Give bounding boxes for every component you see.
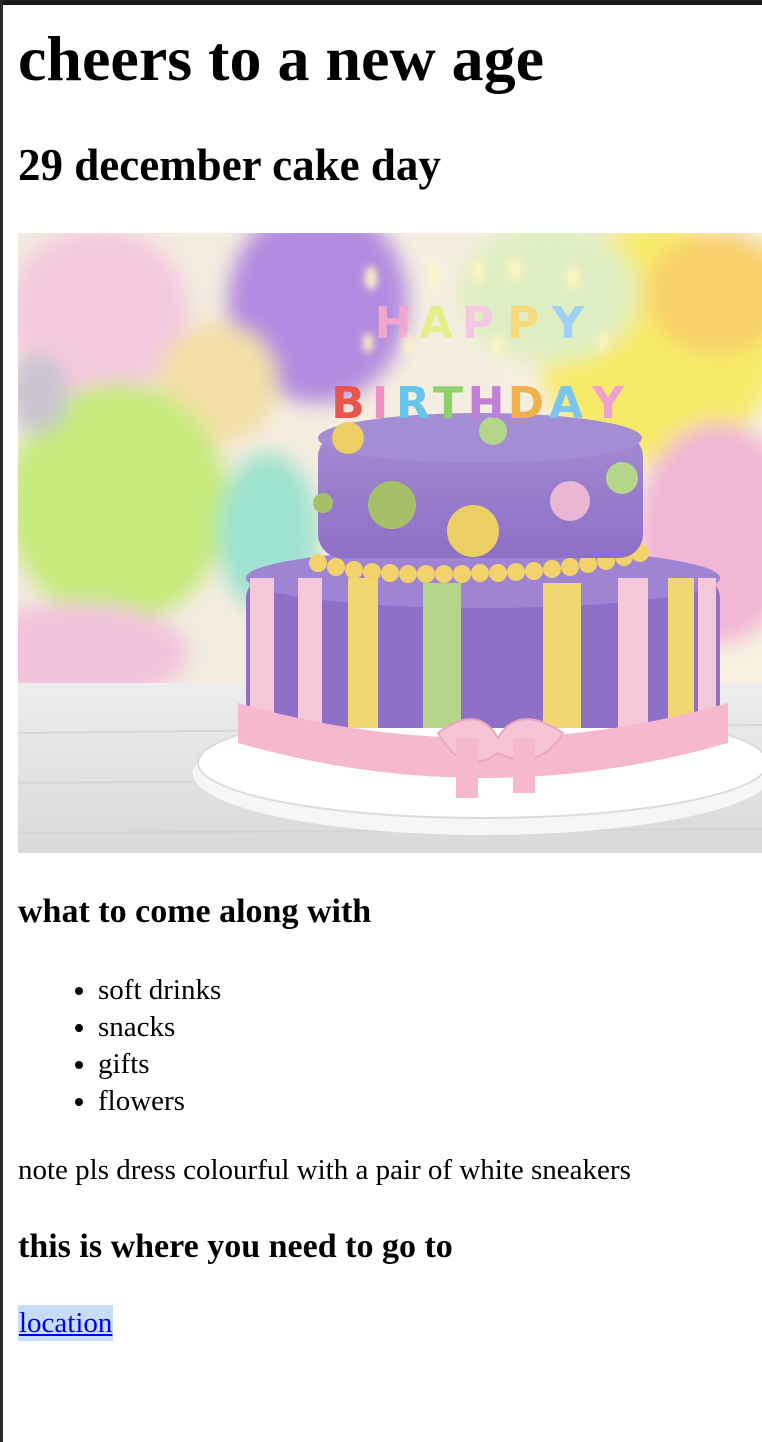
- page-title: cheers to a new age: [18, 23, 545, 94]
- event-date-heading: 29 december cake day: [18, 140, 441, 190]
- location-link[interactable]: location: [18, 1305, 114, 1341]
- svg-text:H: H: [468, 378, 505, 429]
- svg-text:T: T: [433, 378, 463, 429]
- bring-list: soft drinks snacks gifts flowers: [18, 972, 221, 1120]
- svg-text:Y: Y: [591, 378, 625, 429]
- svg-text:I: I: [372, 378, 388, 429]
- list-item: snacks: [98, 1009, 221, 1046]
- svg-text:A: A: [549, 378, 583, 429]
- dress-code-note: note pls dress colourful with a pair of …: [18, 1154, 631, 1186]
- svg-text:R: R: [396, 378, 430, 429]
- svg-text:B: B: [331, 378, 365, 429]
- list-item: flowers: [98, 1083, 221, 1120]
- candle-letter-p2: P: [507, 298, 539, 349]
- candle-letter-p: P: [462, 298, 494, 349]
- window-top-border: [0, 0, 762, 5]
- candle-letter-a: A: [419, 298, 453, 349]
- list-item: gifts: [98, 1046, 221, 1083]
- location-heading: this is where you need to go to: [18, 1228, 453, 1265]
- list-item: soft drinks: [98, 972, 221, 1009]
- candle-letter-y: Y: [551, 298, 585, 349]
- svg-text:D: D: [508, 378, 545, 429]
- bring-list-heading: what to come along with: [18, 893, 372, 930]
- window-left-border: [0, 0, 3, 1442]
- birthday-cake-image: H A P P Y B I R T H D A Y: [18, 233, 762, 853]
